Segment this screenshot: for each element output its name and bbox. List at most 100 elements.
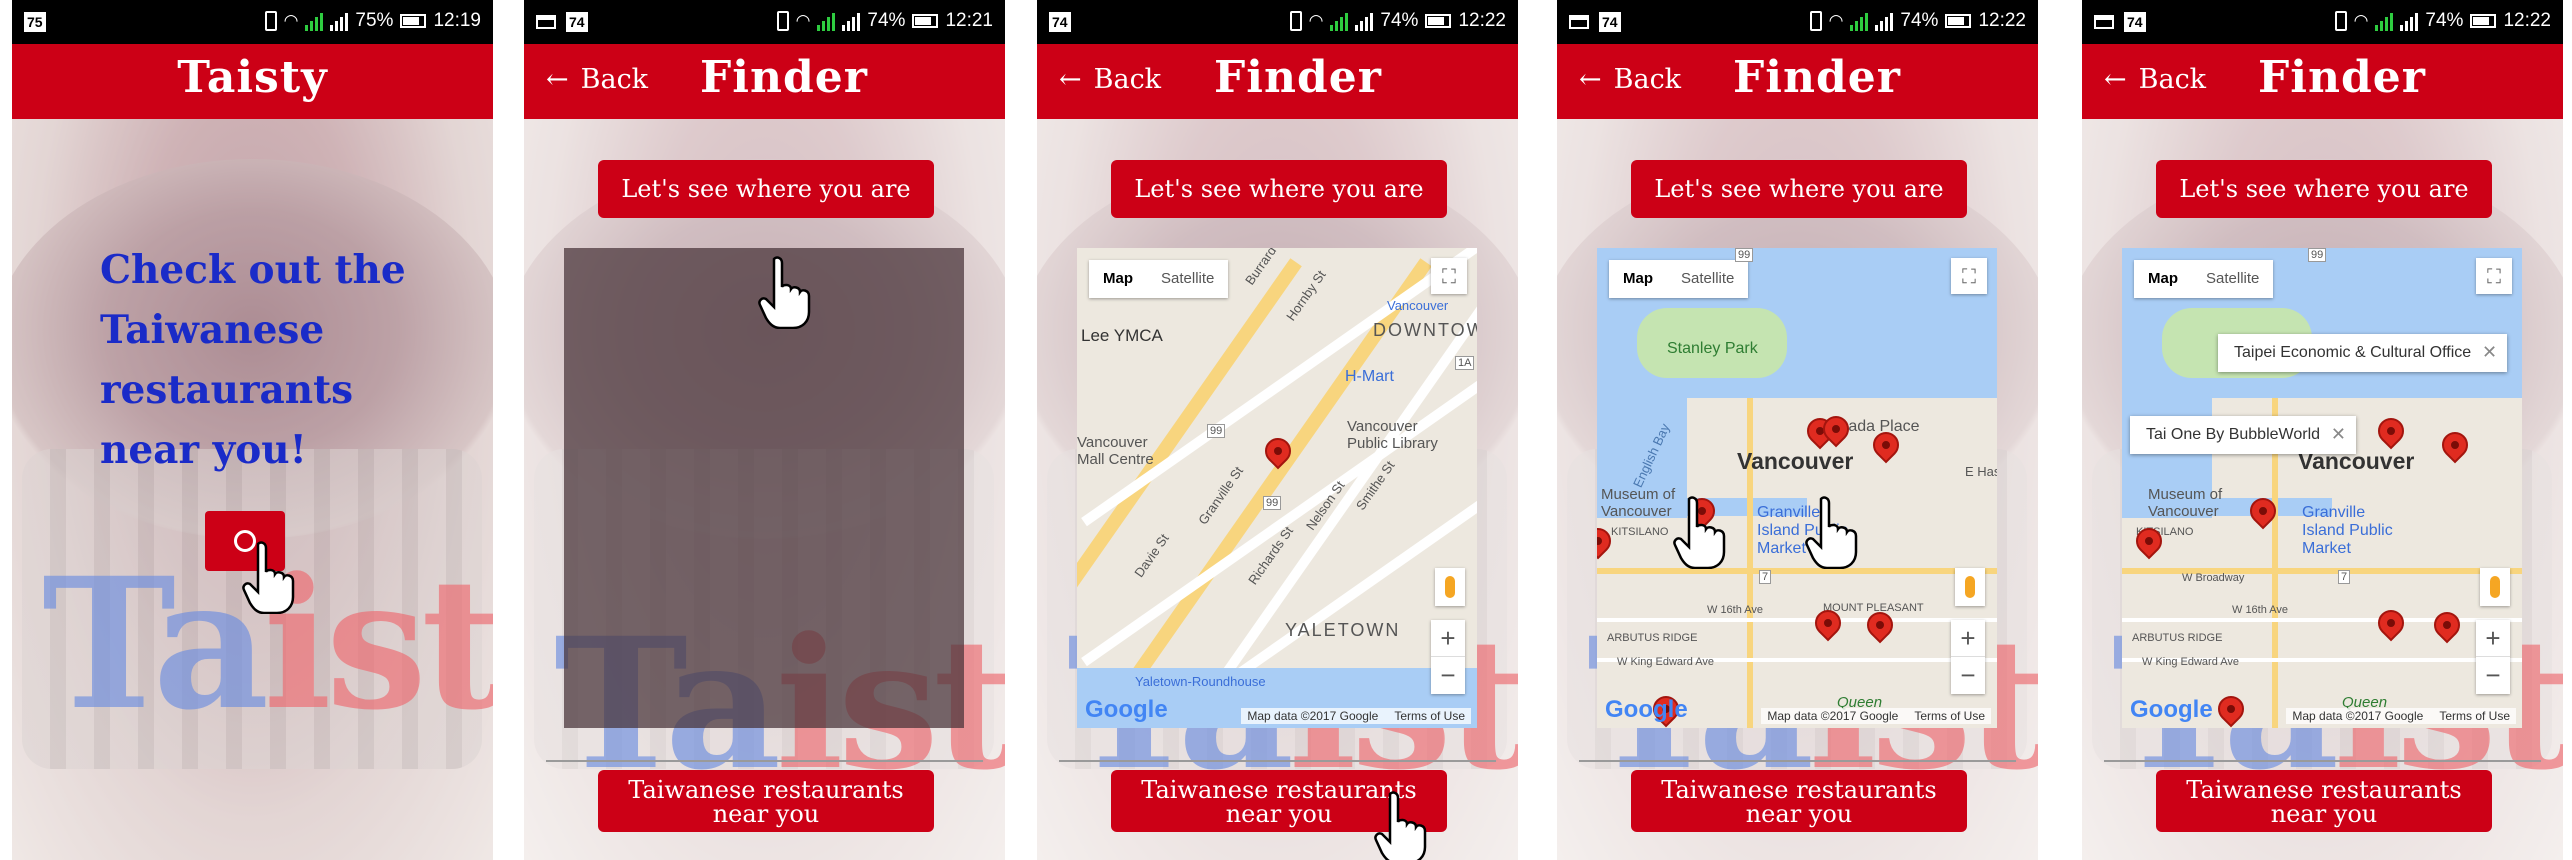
zoom-control[interactable]: + − xyxy=(2476,620,2510,694)
screen-finder-map-zoomed: 74 ◠ 74% 12:22 ←Back Finder Taisty Let's… xyxy=(1037,0,1518,860)
arrow-left-icon: ← xyxy=(1059,64,1082,95)
map-type-satellite[interactable]: Satellite xyxy=(2192,260,2273,298)
map-type-map[interactable]: Map xyxy=(1609,260,1667,298)
fullscreen-icon[interactable]: ⛶ xyxy=(2476,258,2512,294)
battery-percent: 74% xyxy=(867,10,906,31)
map-type-control[interactable]: Map Satellite xyxy=(2134,260,2274,298)
clock: 12:19 xyxy=(433,10,481,31)
app-title: Taisty xyxy=(177,52,328,103)
page-title: Finder xyxy=(1733,52,1901,103)
background-image: Taisty xyxy=(12,119,493,860)
status-bar: 74 ◠ 74% 12:21 xyxy=(524,0,1005,44)
fullscreen-icon[interactable]: ⛶ xyxy=(1951,258,1987,294)
signal-icon-2 xyxy=(2400,11,2419,31)
route-shield: 99 xyxy=(1735,248,1754,262)
back-label: Back xyxy=(580,64,649,95)
google-map[interactable]: Map Satellite ⛶ Vancouver Museum of Vanco… xyxy=(2122,248,2522,728)
arrow-left-icon: ← xyxy=(546,64,569,95)
map-label: Vancouver xyxy=(1387,298,1449,313)
divider xyxy=(1059,760,1496,762)
signal-icon-2 xyxy=(842,11,861,31)
terms-link[interactable]: Terms of Use xyxy=(1914,709,1985,723)
locate-button[interactable]: Let's see where you are xyxy=(2156,160,2492,218)
google-map[interactable]: Map Satellite ⛶ Stanley Park English Bay … xyxy=(1597,248,1997,728)
notification-badge: 74 xyxy=(1599,12,1621,32)
back-button[interactable]: ← Back xyxy=(546,64,648,95)
terms-link[interactable]: Terms of Use xyxy=(1394,709,1465,723)
locate-button[interactable]: Let's see where you are xyxy=(1631,160,1967,218)
close-icon[interactable]: ✕ xyxy=(2482,342,2497,363)
battery-icon xyxy=(400,14,427,28)
zoom-out-button[interactable]: − xyxy=(2476,657,2510,694)
back-button[interactable]: ← Back xyxy=(2104,64,2206,95)
map-label: Vancouver Public Library xyxy=(1347,418,1438,452)
google-map[interactable]: MapSatellite ⛶ Lee YMCA DOWNTOWN H-Mart … xyxy=(1077,248,1477,728)
zoom-out-button[interactable]: − xyxy=(1431,657,1465,694)
map-type-satellite[interactable]: Satellite xyxy=(1667,260,1748,298)
zoom-in-button[interactable]: + xyxy=(1951,620,1985,657)
map-type-map[interactable]: Map xyxy=(2134,260,2192,298)
wifi-icon: ◠ xyxy=(1828,11,1844,30)
clock: 12:22 xyxy=(1458,10,1506,31)
pointer-hand-icon xyxy=(242,541,295,614)
vibrate-icon xyxy=(1809,11,1822,31)
clock: 12:21 xyxy=(945,10,993,31)
google-logo: Google xyxy=(1085,696,1168,723)
zoom-in-button[interactable]: + xyxy=(2476,620,2510,657)
restaurant-marker[interactable] xyxy=(2436,426,2474,464)
info-window[interactable]: Taipei Economic & Cultural Office ✕ xyxy=(2218,334,2508,372)
map-label: E Hast xyxy=(1965,464,1997,479)
divider xyxy=(546,760,983,762)
map-label: Museum of Vancouver xyxy=(1601,486,1676,520)
map-type-control[interactable]: Map Satellite xyxy=(1089,260,1229,298)
nearby-restaurants-button[interactable]: Taiwanese restaurants near you xyxy=(2156,770,2492,832)
map-label: Vancouver Mall Centre xyxy=(1077,434,1154,468)
pointer-hand-icon xyxy=(1805,496,1858,569)
map-label: Davie St xyxy=(1131,531,1172,580)
arrow-left-icon: ← xyxy=(1579,64,1602,95)
battery-percent: 74% xyxy=(1900,10,1939,31)
back-button[interactable]: ← Back xyxy=(1579,64,1681,95)
pointer-hand-icon xyxy=(1374,791,1427,860)
map-label: Lee YMCA xyxy=(1081,326,1163,345)
locate-button[interactable]: Let's see where you are xyxy=(1111,160,1447,218)
map-type-control[interactable]: Map Satellite xyxy=(1609,260,1749,298)
restaurant-marker[interactable] xyxy=(2428,606,2466,644)
map-type-satellite[interactable]: Satellite xyxy=(1147,260,1228,298)
signal-icon xyxy=(2375,11,2394,31)
map-label: Granville Island Public Market xyxy=(2302,504,2393,557)
fullscreen-icon[interactable]: ⛶ xyxy=(1431,258,1467,294)
route-shield: 1A xyxy=(1455,356,1475,370)
zoom-out-button[interactable]: − xyxy=(1951,657,1985,694)
restaurant-marker[interactable] xyxy=(2212,690,2250,728)
close-icon[interactable]: ✕ xyxy=(2331,424,2346,445)
info-window[interactable]: Tai One By BubbleWorld ✕ xyxy=(2130,416,2357,454)
street-view-icon[interactable] xyxy=(2480,568,2510,606)
screen-finder-loading: 74 ◠ 74% 12:21 ←Back Finder Taisty Let's… xyxy=(524,0,1005,860)
map-attribution: Map data ©2017 Google Terms of Use xyxy=(2286,708,2516,724)
map-label: W 16th Ave xyxy=(1707,604,1764,616)
zoom-in-button[interactable]: + xyxy=(1431,620,1465,657)
map-type-map[interactable]: Map xyxy=(1089,260,1147,298)
signal-icon-2 xyxy=(1875,11,1894,31)
nearby-restaurants-button[interactable]: Taiwanese restaurants near you xyxy=(1631,770,1967,832)
street-view-icon[interactable] xyxy=(1955,568,1985,606)
wifi-icon: ◠ xyxy=(1308,11,1324,30)
app-bar: ← Back Finder xyxy=(524,44,1005,119)
zoom-control[interactable]: + − xyxy=(1431,620,1465,694)
zoom-control[interactable]: + − xyxy=(1951,620,1985,694)
battery-percent: 74% xyxy=(1380,10,1419,31)
tagline: Check out the Taiwanese restaurants near… xyxy=(100,247,406,473)
locate-button[interactable]: Let's see where you are xyxy=(598,160,934,218)
street-view-icon[interactable] xyxy=(1435,568,1465,606)
signal-icon xyxy=(1330,11,1349,31)
back-button[interactable]: ← Back xyxy=(1059,64,1161,95)
terms-link[interactable]: Terms of Use xyxy=(2439,709,2510,723)
restaurant-marker[interactable] xyxy=(2372,604,2410,642)
wifi-icon: ◠ xyxy=(795,11,811,30)
clock: 12:22 xyxy=(2503,10,2551,31)
map-label: W King Edward Ave xyxy=(2142,656,2240,668)
nearby-restaurants-button[interactable]: Taiwanese restaurants near you xyxy=(598,770,934,832)
divider xyxy=(2104,760,2541,762)
restaurant-marker[interactable] xyxy=(2372,412,2410,450)
